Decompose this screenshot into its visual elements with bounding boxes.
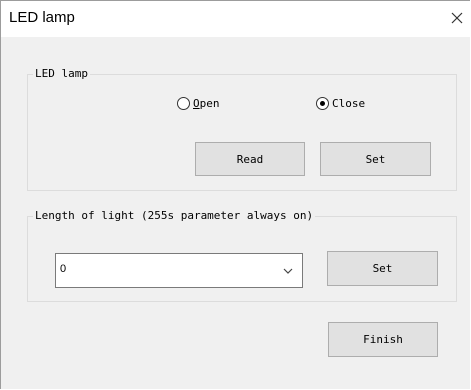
dialog-window: LED lamp LED lamp Open Close Read Set Le… xyxy=(0,0,471,389)
led-lamp-group-legend: LED lamp xyxy=(33,67,90,80)
read-button[interactable]: Read xyxy=(195,142,305,176)
length-of-light-dropdown[interactable]: 0 xyxy=(55,253,303,288)
close-radio-label: Close xyxy=(332,97,366,110)
length-of-light-group-legend: Length of light (255s parameter always o… xyxy=(33,209,316,222)
length-set-button[interactable]: Set xyxy=(327,251,438,286)
open-radio-indicator xyxy=(177,97,190,110)
open-radio[interactable]: Open xyxy=(177,97,220,110)
title-bar: LED lamp xyxy=(1,1,471,37)
length-of-light-dropdown-value: 0 xyxy=(60,263,67,275)
close-radio[interactable]: Close xyxy=(316,97,365,110)
finish-button[interactable]: Finish xyxy=(328,322,438,357)
open-radio-label: Open xyxy=(193,97,220,110)
close-icon[interactable] xyxy=(445,6,469,30)
chevron-down-icon xyxy=(283,268,293,274)
window-title: LED lamp xyxy=(9,9,75,26)
close-radio-indicator xyxy=(316,97,329,110)
led-set-button[interactable]: Set xyxy=(320,142,431,176)
